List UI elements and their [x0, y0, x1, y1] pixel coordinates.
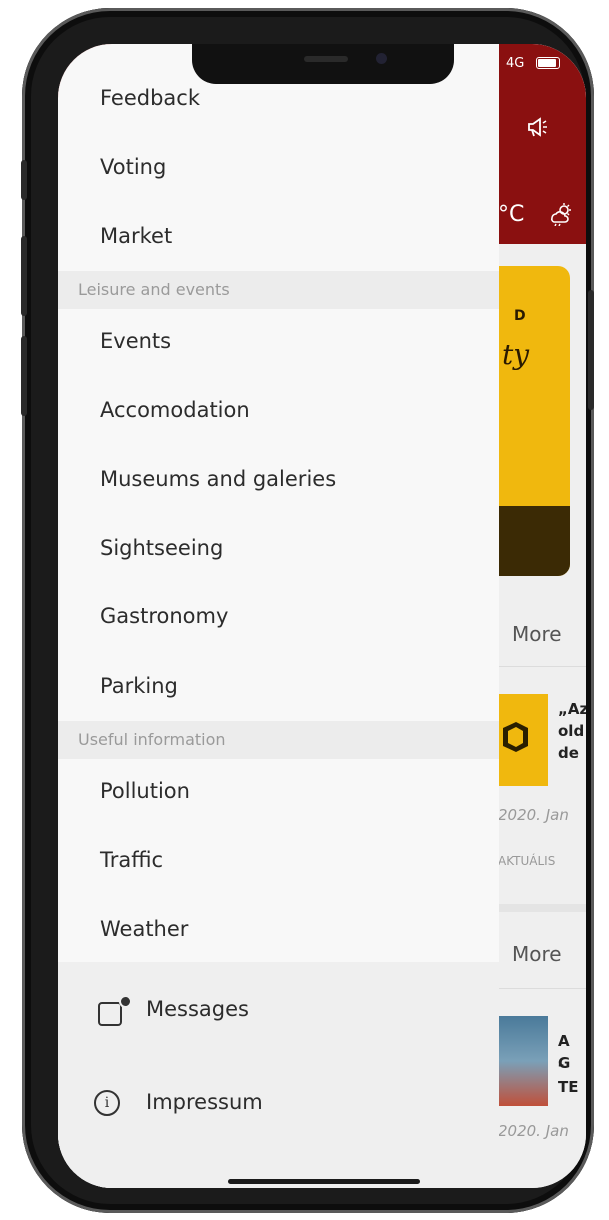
section-header-leisure: Leisure and events	[58, 271, 499, 309]
menu-item-gastronomy[interactable]: Gastronomy	[100, 604, 228, 628]
more-button-2[interactable]: More	[512, 942, 562, 966]
menu-item-traffic[interactable]: Traffic	[100, 848, 163, 872]
menu-item-voting[interactable]: Voting	[100, 155, 166, 179]
navigation-drawer: Feedback Voting Market Leisure and event…	[58, 44, 499, 1188]
weather-icon	[548, 202, 574, 231]
section-header-useful: Useful information	[58, 721, 499, 759]
banner-letter: D	[514, 308, 526, 324]
news-tag-1: AKTUÁLIS	[498, 854, 556, 868]
menu-item-parking[interactable]: Parking	[100, 674, 178, 698]
megaphone-icon[interactable]	[526, 116, 550, 143]
news-thumbnail-2[interactable]	[498, 1016, 548, 1106]
news-title-1-line-2[interactable]: old	[558, 720, 584, 742]
phone-side-button-volume-down	[21, 336, 27, 416]
phone-notch	[192, 44, 454, 84]
section-label: Useful information	[78, 730, 226, 749]
news-date-1: 2020. Jan	[498, 806, 569, 824]
menu-item-impressum[interactable]: Impressum	[146, 1090, 263, 1114]
messages-icon	[98, 1002, 122, 1026]
messages-badge-dot	[119, 995, 132, 1008]
phone-side-button-volume-up	[21, 236, 27, 316]
front-camera	[376, 53, 387, 64]
news-title-2-line-2[interactable]: - TE	[558, 1054, 586, 1098]
menu-item-market[interactable]: Market	[100, 224, 172, 248]
menu-item-museums[interactable]: Museums and galeries	[100, 467, 336, 491]
menu-item-accomodation[interactable]: Accomodation	[100, 398, 250, 422]
menu-item-pollution[interactable]: Pollution	[100, 779, 190, 803]
battery-icon	[536, 57, 560, 69]
menu-item-weather[interactable]: Weather	[100, 917, 188, 941]
menu-item-feedback[interactable]: Feedback	[100, 86, 200, 110]
banner-script: ty	[502, 338, 530, 371]
news-title-1-line-3[interactable]: de	[558, 742, 579, 764]
more-button-1[interactable]: More	[512, 622, 562, 646]
network-indicator: 4G	[506, 56, 525, 71]
speaker-grille	[304, 56, 348, 62]
section-label: Leisure and events	[78, 280, 230, 299]
menu-item-sightseeing[interactable]: Sightseeing	[100, 536, 223, 560]
phone-side-button-power	[588, 290, 594, 410]
news-title-1-line-1[interactable]: „Az	[558, 698, 586, 720]
temperature-unit: °C	[498, 202, 525, 227]
menu-item-events[interactable]: Events	[100, 329, 171, 353]
news-thumbnail-1[interactable]	[498, 694, 548, 786]
phone-side-button-mute	[21, 160, 27, 200]
menu-item-messages[interactable]: Messages	[146, 997, 249, 1021]
home-indicator[interactable]	[228, 1179, 420, 1184]
phone-screen: 4G °C D ty More „Az old de 2020. Jan AKT…	[58, 44, 586, 1188]
news-date-2: 2020. Jan	[498, 1122, 569, 1140]
info-icon: i	[94, 1090, 120, 1116]
